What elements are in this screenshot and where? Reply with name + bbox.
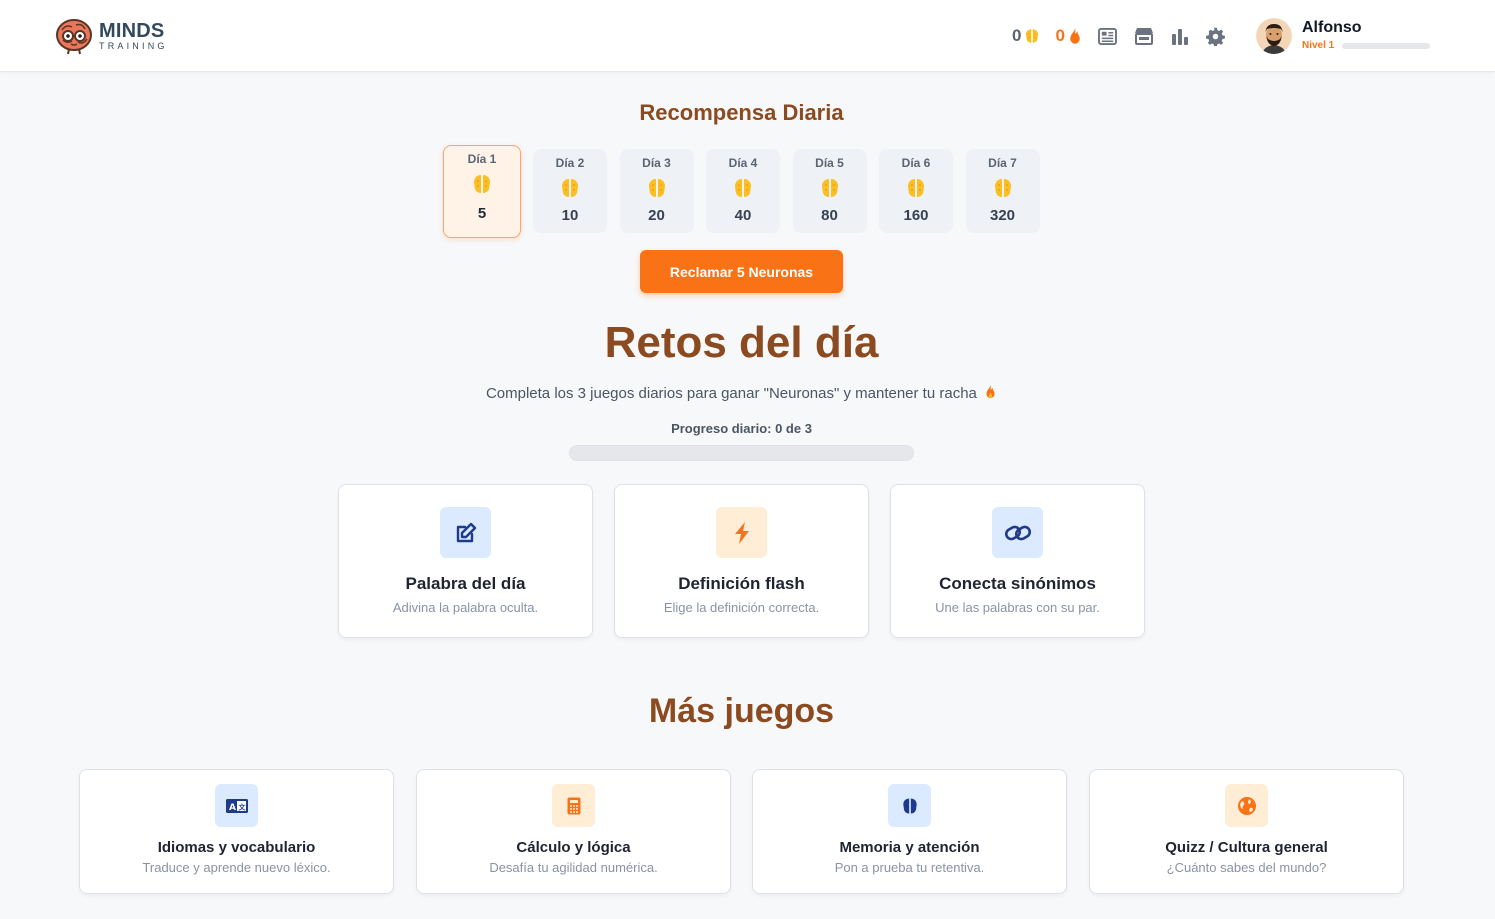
- newspaper-icon[interactable]: [1097, 25, 1119, 47]
- app-logo[interactable]: MINDS TRAINING: [54, 16, 168, 56]
- card-description: ¿Cuánto sabes del mundo?: [1166, 860, 1327, 875]
- day-reward-value: 160: [903, 207, 929, 224]
- challenge-card-palabra[interactable]: Palabra del día Adivina la palabra ocult…: [338, 484, 593, 638]
- reward-day-6[interactable]: Día 6 160: [879, 149, 953, 233]
- neuron-icon: [533, 176, 607, 200]
- daily-progress-bar: [569, 445, 914, 461]
- neurons-count: 0: [1012, 26, 1022, 45]
- neuron-icon: [620, 176, 694, 200]
- bolt-icon: [716, 507, 767, 558]
- day-label: Día 2: [555, 156, 585, 170]
- claim-reward-button[interactable]: Reclamar 5 Neuronas: [640, 250, 843, 293]
- svg-text:A: A: [229, 803, 236, 813]
- user-level: Nivel 1: [1302, 40, 1335, 51]
- day-label: Día 1: [467, 152, 497, 166]
- day-reward-value: 320: [989, 207, 1016, 224]
- card-description: Traduce y aprende nuevo léxico.: [142, 860, 331, 875]
- neuron-icon: [444, 172, 520, 196]
- card-title: Cálculo y lógica: [516, 839, 631, 856]
- user-name: Alfonso: [1302, 19, 1362, 36]
- card-title: Palabra del día: [405, 574, 526, 593]
- card-title: Definición flash: [678, 574, 805, 593]
- card-title: Quizz / Cultura general: [1165, 839, 1328, 856]
- globe-icon: [1225, 784, 1268, 827]
- game-card-quizz[interactable]: Quizz / Cultura general ¿Cuánto sabes de…: [1089, 769, 1404, 894]
- brain-logo-icon: [56, 19, 92, 55]
- day-reward-value: 10: [561, 207, 579, 224]
- day-reward-value: 20: [648, 207, 665, 224]
- reward-day-5[interactable]: Día 5 80: [792, 149, 867, 233]
- brain-icon: [888, 784, 931, 827]
- svg-text:文: 文: [238, 802, 246, 811]
- card-description: Adivina la palabra oculta.: [392, 600, 539, 615]
- header-stats: 0 0: [1012, 24, 1241, 48]
- language-icon: A文: [215, 784, 258, 827]
- flame-icon: [986, 384, 995, 398]
- challenge-card-sinonimos[interactable]: Conecta sinónimos Une las palabras con s…: [890, 484, 1145, 638]
- neuron-icon: [1026, 29, 1039, 43]
- day-label: Día 3: [642, 156, 671, 170]
- level-progress-bar: [1342, 42, 1431, 49]
- neuron-icon: [706, 176, 780, 200]
- user-profile[interactable]: Alfonso Nivel 1: [1256, 18, 1431, 54]
- store-icon[interactable]: [1133, 25, 1155, 47]
- reward-day-2[interactable]: Día 2 10: [533, 149, 607, 233]
- daily-challenges-title: Retos del día: [604, 318, 879, 367]
- day-reward-value: 40: [734, 207, 752, 224]
- top-header: MINDS TRAINING 0 0 Alfonso Nivel 1: [0, 0, 1495, 72]
- link-icon: [992, 507, 1043, 558]
- logo-title: MINDS: [99, 20, 165, 42]
- day-label: Día 6: [901, 156, 931, 170]
- card-description: Pon a prueba tu retentiva.: [834, 860, 985, 875]
- game-card-calculo[interactable]: Cálculo y lógica Desafía tu agilidad num…: [416, 769, 731, 894]
- reward-day-1[interactable]: Día 1 5: [443, 145, 521, 238]
- daily-reward-days: Día 1 5 Día 2 10 Día 3 20 Día 4 40 Día 5 80 Día 6 1…: [443, 145, 1052, 238]
- streak-counter[interactable]: 0: [1055, 26, 1082, 46]
- day-reward-value: 80: [821, 207, 838, 224]
- card-title: Memoria y atención: [839, 839, 980, 856]
- daily-challenges-subtitle-text: Completa los 3 juegos diarios para ganar…: [485, 385, 977, 402]
- calculator-icon: [552, 784, 595, 827]
- challenge-card-definicion[interactable]: Definición flash Elige la definición cor…: [614, 484, 869, 638]
- flame-icon: [1070, 27, 1080, 44]
- logo-subtitle: TRAINING: [99, 41, 168, 51]
- day-reward-value: 5: [477, 205, 487, 222]
- edit-icon: [440, 507, 491, 558]
- card-title: Conecta sinónimos: [939, 574, 1096, 593]
- reward-day-4[interactable]: Día 4 40: [706, 149, 780, 233]
- avatar[interactable]: [1256, 18, 1292, 54]
- day-label: Día 7: [988, 156, 1017, 170]
- neurons-counter[interactable]: 0: [1012, 26, 1041, 46]
- daily-challenges-subtitle: Completa los 3 juegos diarios para ganar…: [0, 384, 1483, 402]
- card-description: Desafía tu agilidad numérica.: [489, 860, 658, 875]
- card-description: Elige la definición correcta.: [663, 600, 820, 615]
- game-card-idiomas[interactable]: A文 Idiomas y vocabulario Traduce y apren…: [79, 769, 394, 894]
- daily-progress-label: Progreso diario: 0 de 3: [671, 421, 812, 436]
- stats-icon[interactable]: [1169, 25, 1191, 47]
- reward-day-3[interactable]: Día 3 20: [619, 149, 694, 233]
- more-games-title: Más juegos: [648, 692, 835, 730]
- neuron-icon: [879, 176, 953, 200]
- streak-count: 0: [1055, 26, 1065, 45]
- game-card-memoria[interactable]: Memoria y atención Pon a prueba tu reten…: [752, 769, 1067, 894]
- card-title: Idiomas y vocabulario: [157, 839, 316, 856]
- neuron-icon: [966, 176, 1040, 200]
- card-description: Une las palabras con su par.: [935, 600, 1100, 615]
- neuron-icon: [793, 176, 867, 200]
- gear-icon[interactable]: [1205, 25, 1227, 47]
- day-label: Día 4: [728, 156, 758, 170]
- day-label: Día 5: [815, 156, 844, 170]
- daily-reward-title: Recompensa Diaria: [639, 100, 844, 125]
- reward-day-7[interactable]: Día 7 320: [965, 149, 1040, 233]
